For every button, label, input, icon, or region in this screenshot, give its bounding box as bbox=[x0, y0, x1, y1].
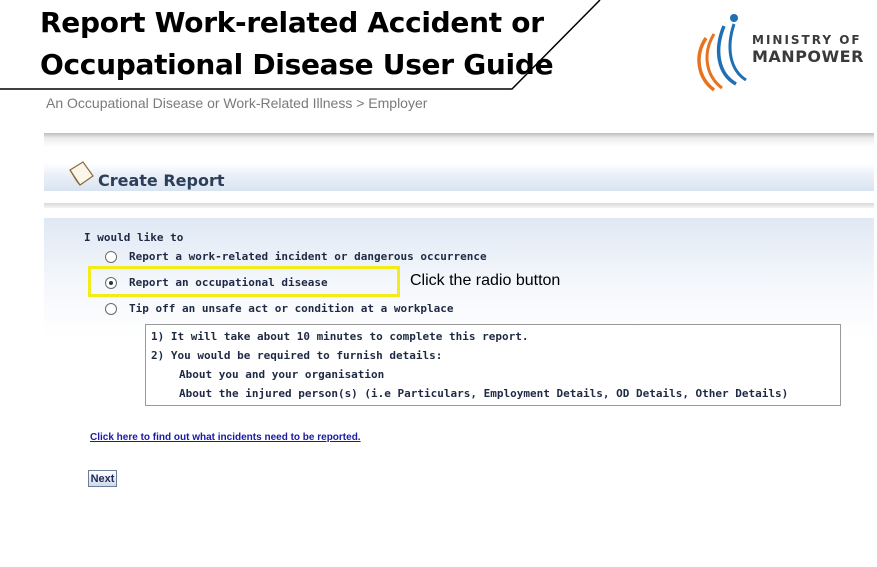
slide-title-line1: Report Work-related Accident or bbox=[40, 6, 544, 39]
logo-text-ministry: MINISTRY OF bbox=[752, 33, 862, 47]
next-button[interactable]: Next bbox=[88, 470, 117, 487]
incidents-info-link[interactable]: Click here to find out what incidents ne… bbox=[90, 432, 361, 443]
slide-title-line2: Occupational Disease User Guide bbox=[40, 48, 554, 81]
form-prompt: I would like to bbox=[84, 231, 184, 244]
breadcrumb: An Occupational Disease or Work-Related … bbox=[46, 95, 428, 111]
page-title: Create Report bbox=[98, 171, 225, 190]
radio-tip-off-unsafe-act[interactable] bbox=[105, 303, 117, 315]
info-line-duration: 1) It will take about 10 minutes to comp… bbox=[151, 330, 529, 343]
form-screenshot: Create Report I would like to Report a w… bbox=[44, 133, 874, 493]
document-icon bbox=[69, 161, 94, 186]
info-line-required: 2) You would be required to furnish deta… bbox=[151, 349, 443, 362]
option-label-report-incident: Report a work-related incident or danger… bbox=[129, 250, 487, 263]
callout-instruction: Click the radio button bbox=[410, 272, 561, 289]
info-line-organisation: About you and your organisation bbox=[179, 368, 385, 381]
logo-text-manpower: MANPOWER bbox=[752, 47, 864, 66]
info-box: 1) It will take about 10 minutes to comp… bbox=[145, 324, 841, 406]
highlight-box bbox=[88, 266, 400, 297]
option-label-tip-off: Tip off an unsafe act or condition at a … bbox=[129, 302, 454, 315]
header-divider bbox=[44, 203, 874, 208]
radio-report-incident[interactable] bbox=[105, 251, 117, 263]
info-line-injured-person: About the injured person(s) (i.e Particu… bbox=[179, 387, 789, 400]
